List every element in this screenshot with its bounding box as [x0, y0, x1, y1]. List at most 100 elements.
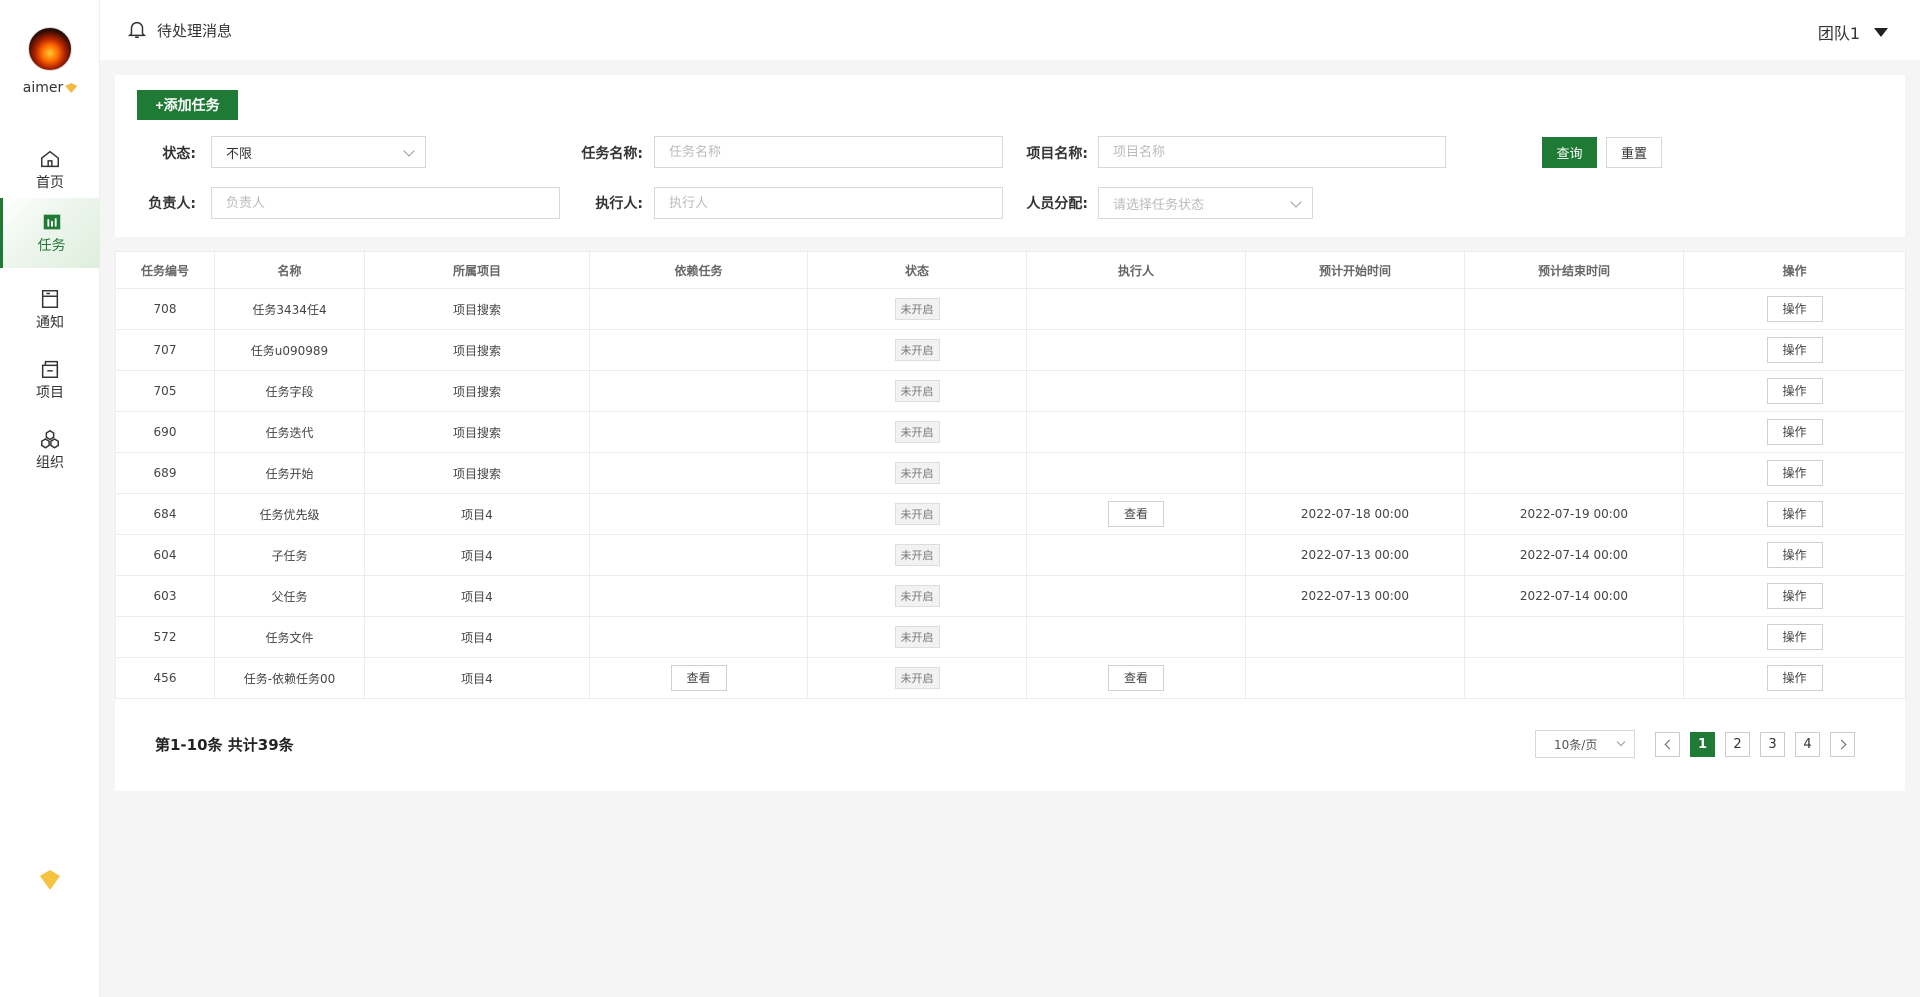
- assign-select[interactable]: 请选择任务状态: [1098, 187, 1313, 219]
- top-bar: 待处理消息 团队1: [100, 0, 1920, 60]
- project-cell: 项目4: [364, 493, 590, 535]
- start-time-cell: [1245, 657, 1465, 699]
- start-time-cell: [1245, 411, 1465, 453]
- avatar[interactable]: [28, 27, 72, 71]
- pending-messages-link[interactable]: 待处理消息: [157, 20, 232, 41]
- end-time-cell: 2022-07-14 00:00: [1464, 575, 1684, 617]
- task-id-cell: 705: [115, 370, 215, 412]
- action-button[interactable]: 操作: [1766, 542, 1823, 568]
- sidebar-item-task[interactable]: 任务: [0, 198, 100, 268]
- dependency-cell: [589, 288, 808, 330]
- status-cell: 未开启: [807, 534, 1027, 576]
- status-badge: 未开启: [894, 462, 940, 484]
- action-button[interactable]: 操作: [1766, 501, 1823, 527]
- project-cell: 项目搜索: [364, 329, 590, 371]
- dependency-cell: [589, 575, 808, 617]
- action-cell: 操作: [1683, 411, 1906, 453]
- vip-icon[interactable]: [40, 870, 60, 890]
- start-time-cell: 2022-07-13 00:00: [1245, 534, 1465, 576]
- page-button-1[interactable]: 1: [1690, 732, 1715, 757]
- project-cell: 项目4: [364, 534, 590, 576]
- next-page-button[interactable]: [1830, 732, 1855, 757]
- status-cell: 未开启: [807, 411, 1027, 453]
- table-row: 604 子任务 项目4 未开启 2022-07-13 00:00 2022-07-14 0…: [115, 534, 1906, 576]
- end-time-cell: 2022-07-14 00:00: [1464, 534, 1684, 576]
- sidebar-item-notice[interactable]: 通知: [0, 280, 100, 340]
- action-cell: 操作: [1683, 370, 1906, 412]
- page-size-select[interactable]: 10条/页: [1535, 730, 1635, 758]
- action-button[interactable]: 操作: [1766, 378, 1823, 404]
- executor-cell: [1026, 411, 1246, 453]
- page-button-4[interactable]: 4: [1795, 732, 1820, 757]
- end-time-cell: [1464, 657, 1684, 699]
- task-name-cell: 任务优先级: [214, 493, 365, 535]
- sidebar-item-label: 通知: [36, 315, 64, 331]
- dependency-cell: [589, 411, 808, 453]
- task-name-cell: 任务字段: [214, 370, 365, 412]
- action-button[interactable]: 操作: [1766, 624, 1823, 650]
- page-button-3[interactable]: 3: [1760, 732, 1785, 757]
- table-header-row: 任务编号 名称 所属项目 依赖任务 状态 执行人 预计开始时间 预计结束时间 操…: [115, 251, 1906, 289]
- end-time-cell: [1464, 288, 1684, 330]
- status-badge: 未开启: [894, 585, 940, 607]
- prev-page-button[interactable]: [1655, 732, 1680, 757]
- view-dependency-button[interactable]: 查看: [670, 665, 727, 691]
- executor-cell: [1026, 288, 1246, 330]
- owner-label: 负责人:: [148, 196, 196, 212]
- action-cell: 操作: [1683, 575, 1906, 617]
- status-select[interactable]: 不限: [211, 136, 426, 168]
- table-row: 572 任务文件 项目4 未开启 操作: [115, 616, 1906, 658]
- status-badge: 未开启: [894, 544, 940, 566]
- end-time-cell: [1464, 452, 1684, 494]
- view-executor-button[interactable]: 查看: [1108, 665, 1164, 691]
- task-table-panel: 任务编号 名称 所属项目 依赖任务 状态 执行人 预计开始时间 预计结束时间 操…: [115, 251, 1906, 791]
- executor-label: 执行人:: [595, 196, 643, 212]
- add-task-button[interactable]: +添加任务: [137, 90, 238, 120]
- task-id-cell: 603: [115, 575, 215, 617]
- page-button-2[interactable]: 2: [1725, 732, 1750, 757]
- status-cell: 未开启: [807, 657, 1027, 699]
- table-row: 684 任务优先级 项目4 未开启 查看 2022-07-18 00:00 2022-07-…: [115, 493, 1906, 535]
- dependency-cell: 查看: [589, 657, 808, 699]
- start-time-cell: [1245, 288, 1465, 330]
- end-time-cell: [1464, 329, 1684, 371]
- action-button[interactable]: 操作: [1766, 665, 1823, 691]
- table-body: 708 任务3434任4 项目搜索 未开启 操作 707 任务u090989 项目搜索 未开启操…: [115, 288, 1906, 699]
- dependency-cell: [589, 493, 808, 535]
- reset-button[interactable]: 重置: [1606, 137, 1662, 168]
- status-badge: 未开启: [894, 339, 940, 361]
- task-name-input[interactable]: [654, 136, 1003, 168]
- team-switcher[interactable]: 团队1: [1818, 20, 1888, 44]
- action-button[interactable]: 操作: [1766, 337, 1823, 363]
- action-button[interactable]: 操作: [1766, 419, 1823, 445]
- table-row: 708 任务3434任4 项目搜索 未开启 操作: [115, 288, 1906, 330]
- executor-input[interactable]: [654, 187, 1003, 219]
- sidebar-item-home[interactable]: 首页: [0, 140, 100, 200]
- bell-icon[interactable]: [126, 18, 148, 40]
- task-name-cell: 任务-依赖任务00: [214, 657, 365, 699]
- status-cell: 未开启: [807, 616, 1027, 658]
- status-badge: 未开启: [894, 626, 940, 648]
- vip-badge-icon: [65, 83, 78, 93]
- executor-cell: [1026, 575, 1246, 617]
- action-button[interactable]: 操作: [1766, 583, 1823, 609]
- sidebar-item-project[interactable]: 项目: [0, 350, 100, 410]
- action-button[interactable]: 操作: [1766, 460, 1823, 486]
- executor-cell: [1026, 616, 1246, 658]
- end-time-cell: [1464, 370, 1684, 412]
- end-time-cell: [1464, 411, 1684, 453]
- sidebar-item-organization[interactable]: 组织: [0, 420, 100, 480]
- pagination-summary: 第1-10条 共计39条: [155, 736, 294, 754]
- task-name-cell: 任务迭代: [214, 411, 365, 453]
- action-cell: 操作: [1683, 534, 1906, 576]
- view-executor-button[interactable]: 查看: [1108, 501, 1164, 527]
- task-icon: [43, 214, 60, 230]
- column-header: 依赖任务: [589, 251, 808, 289]
- column-header: 所属项目: [364, 251, 590, 289]
- query-button[interactable]: 查询: [1542, 137, 1597, 168]
- action-button[interactable]: 操作: [1766, 296, 1823, 322]
- end-time-cell: 2022-07-19 00:00: [1464, 493, 1684, 535]
- project-name-input[interactable]: [1098, 136, 1446, 168]
- task-id-cell: 456: [115, 657, 215, 699]
- owner-input[interactable]: [211, 187, 560, 219]
